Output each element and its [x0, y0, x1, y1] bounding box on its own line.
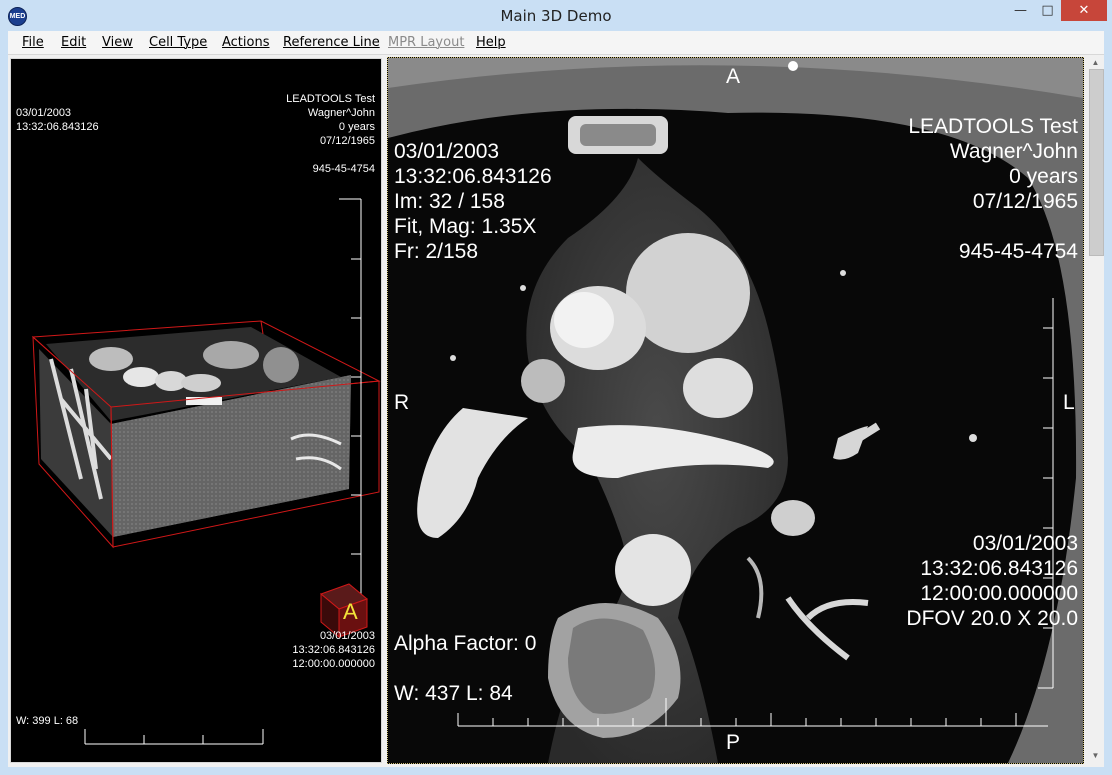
- menu-reference-line[interactable]: Reference Line: [283, 35, 380, 50]
- right-bottom-right-info: 03/01/2003 13:32:06.843126 12:00:00.0000…: [906, 532, 1078, 630]
- vertical-scrollbar[interactable]: ▲ ▼: [1087, 57, 1104, 762]
- menu-help[interactable]: Help: [476, 35, 506, 50]
- right-patient-id: 945-45-4754: [958, 240, 1078, 263]
- scroll-down-icon[interactable]: ▼: [1087, 750, 1104, 762]
- menu-cell-type[interactable]: Cell Type: [149, 35, 207, 50]
- marker-right: R: [394, 391, 410, 414]
- orientation-cube-label: A: [343, 599, 358, 624]
- marker-anterior: A: [726, 65, 741, 88]
- right-top-left-info: 03/01/2003 13:32:06.843126 Im: 32 / 158 …: [394, 140, 552, 263]
- menu-actions[interactable]: Actions: [222, 35, 270, 50]
- left-window-level: W: 399 L: 68: [16, 715, 79, 727]
- alpha-factor: Alpha Factor: 0: [394, 632, 537, 655]
- scroll-up-icon[interactable]: ▲: [1087, 57, 1104, 69]
- menu-mpr-layout: MPR Layout: [388, 35, 465, 50]
- menu-bar: File Edit View Cell Type Actions Referen…: [8, 31, 1104, 55]
- axial-ct-cell[interactable]: A P R L 03/01/2003 13:32:06.843126 Im: 3…: [387, 57, 1084, 764]
- right-window-level: W: 437 L: 84: [394, 682, 513, 705]
- title-bar: MED Main 3D Demo — □ ✕: [0, 0, 1112, 31]
- close-button[interactable]: ✕: [1061, 0, 1107, 21]
- window-title: Main 3D Demo: [500, 7, 612, 25]
- maximize-button[interactable]: □: [1034, 0, 1061, 21]
- marker-posterior: P: [726, 731, 741, 754]
- marker-left: L: [1063, 391, 1075, 414]
- menu-view[interactable]: View: [102, 35, 133, 50]
- menu-file[interactable]: File: [22, 35, 44, 50]
- scroll-thumb[interactable]: [1089, 69, 1104, 256]
- minimize-button[interactable]: —: [1007, 0, 1034, 21]
- left-top-right-info: LEADTOOLS Test Wagner^John 0 years 07/12…: [286, 93, 375, 147]
- menu-edit[interactable]: Edit: [61, 35, 86, 50]
- left-patient-id: 945-45-4754: [312, 163, 375, 175]
- left-bottom-right-info: 03/01/2003 13:32:06.843126 12:00:00.0000…: [292, 630, 375, 670]
- left-top-left-info: 03/01/2003 13:32:06.843126: [16, 107, 99, 133]
- volume-render-cell[interactable]: 03/01/2003 13:32:06.843126 LEADTOOLS Tes…: [10, 58, 382, 763]
- right-top-right-info: LEADTOOLS Test Wagner^John 0 years 07/12…: [908, 115, 1078, 213]
